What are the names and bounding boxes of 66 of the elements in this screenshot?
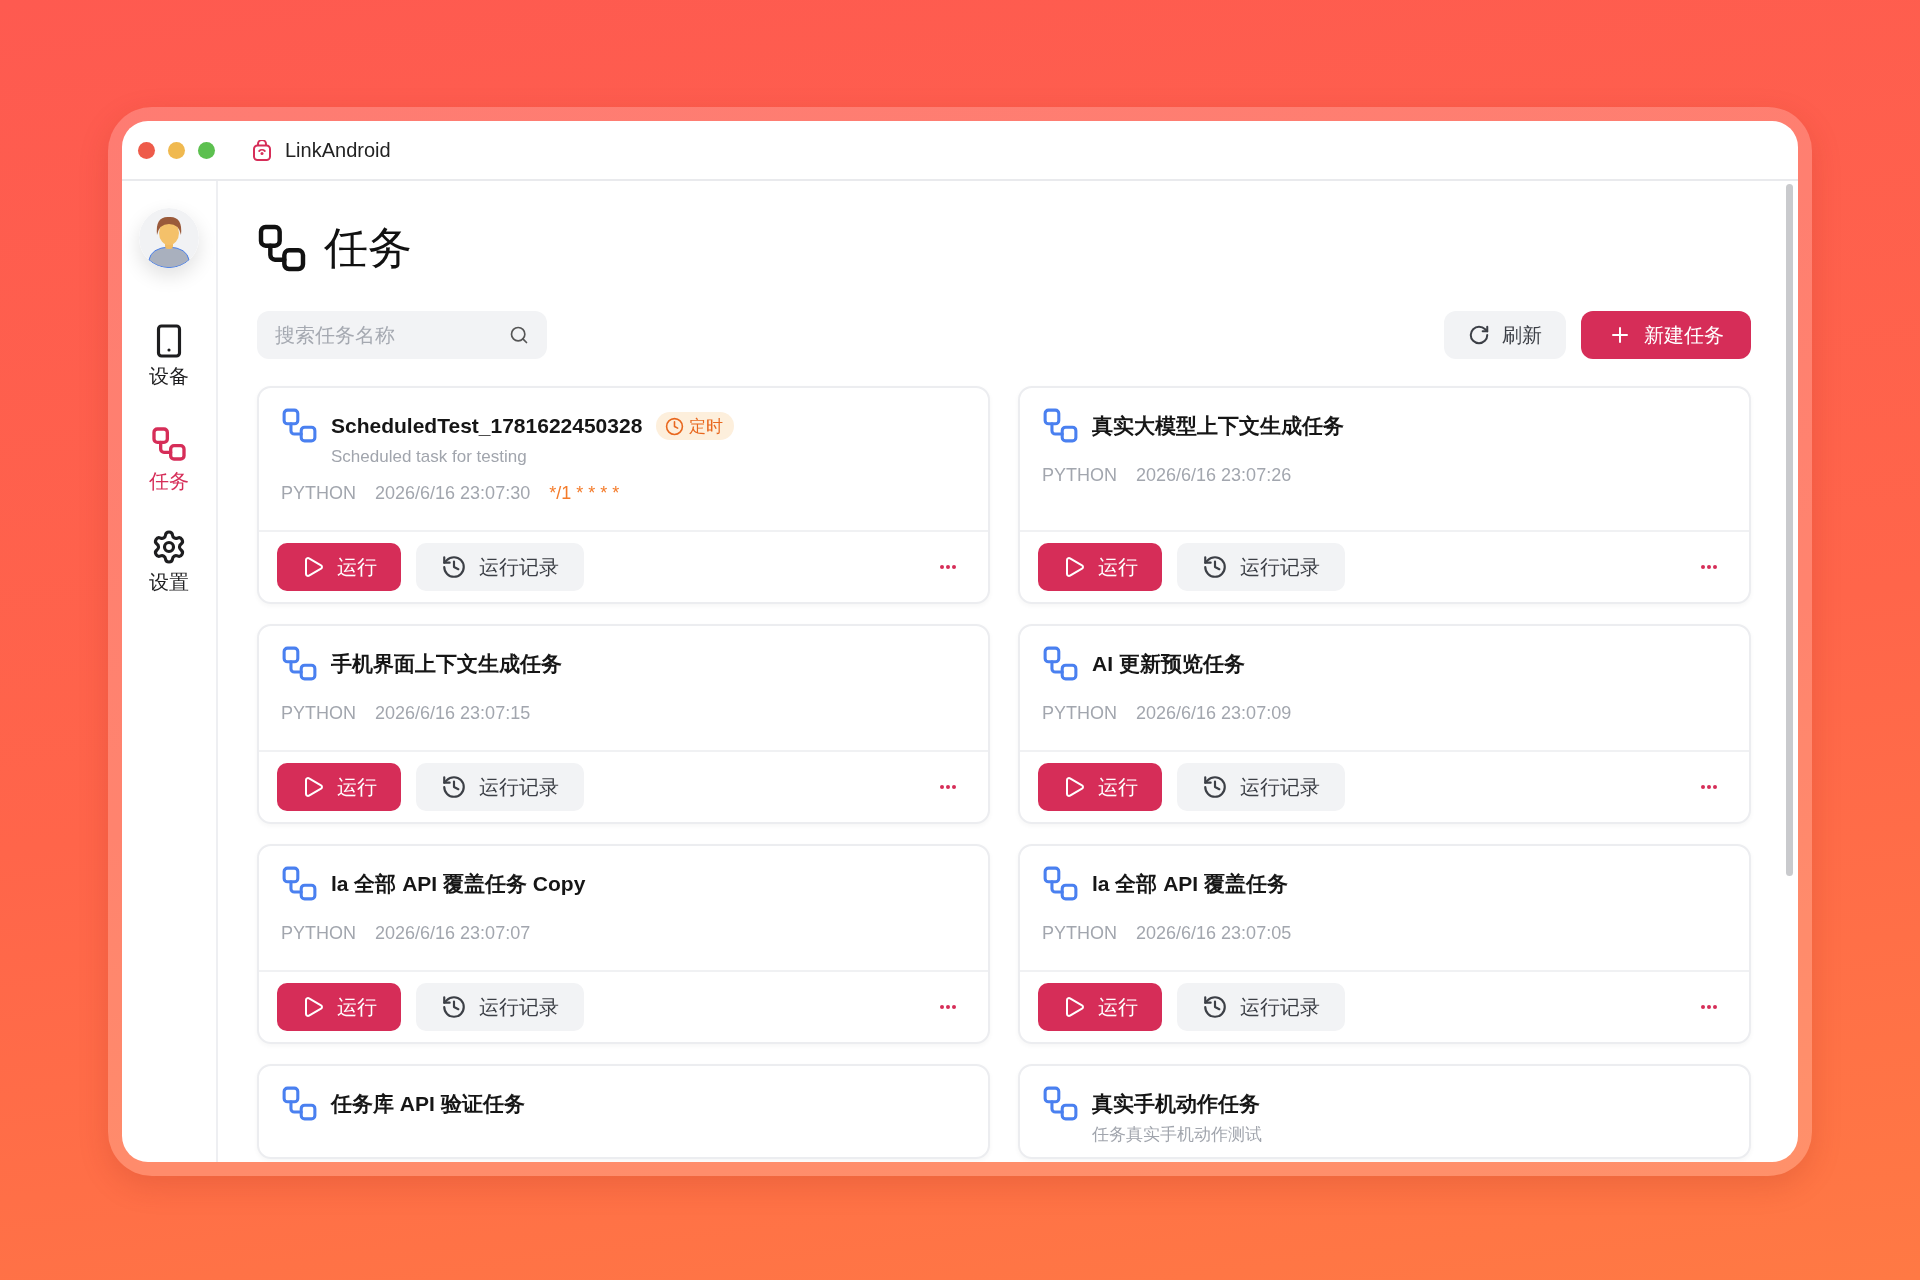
window-close-button[interactable] (138, 141, 155, 159)
nav-item[interactable]: 设备 (149, 323, 189, 388)
task-description: 任务真实手机动作测试 (1092, 1124, 1262, 1146)
ellipsis-icon (1701, 1005, 1717, 1009)
task-title: ScheduledTest_1781622450328 (331, 413, 643, 439)
history-icon (1202, 994, 1228, 1020)
nav-item[interactable]: 任务 (149, 424, 189, 493)
history-icon (1202, 554, 1228, 580)
run-button[interactable]: 运行 (277, 763, 401, 811)
nav-item[interactable]: 设置 (149, 529, 189, 594)
ellipsis-icon (940, 785, 956, 789)
refresh-icon (1468, 324, 1490, 346)
task-schedule: */1 * * * * (549, 482, 620, 504)
task-created-time: 2026/6/16 23:07:30 (375, 482, 531, 504)
run-button[interactable]: 运行 (277, 543, 401, 591)
app-logo-icon (253, 139, 271, 161)
task-language: PYTHON (281, 702, 356, 724)
task-description: Scheduled task for testing (331, 446, 528, 468)
avatar-icon[interactable] (139, 208, 199, 268)
task-created-time: 2026/6/16 23:07:05 (1136, 922, 1292, 944)
task-title: AI 更新预览任务 (1092, 651, 1245, 677)
refresh-button[interactable]: 刷新 (1444, 311, 1566, 359)
run-history-button[interactable]: 运行记录 (416, 763, 584, 811)
task-title: 真实大模型上下文生成任务 (1092, 413, 1344, 439)
history-icon (441, 554, 467, 580)
task-title: la 全部 API 覆盖任务 Copy (331, 871, 586, 897)
task-language: PYTHON (1042, 922, 1117, 944)
history-icon (441, 994, 467, 1020)
search-field[interactable]: 搜索任务名称 (257, 311, 547, 359)
tag-text: 定时 (689, 415, 724, 438)
run-history-button[interactable]: 运行记录 (416, 983, 584, 1031)
new-task-button[interactable]: 新建任务 (1581, 311, 1751, 359)
task-language: PYTHON (281, 922, 356, 944)
run-history-button[interactable]: 运行记录 (416, 543, 584, 591)
run-history-button[interactable]: 运行记录 (1177, 543, 1345, 591)
workflow-icon (149, 424, 189, 464)
ellipsis-icon (940, 1005, 956, 1009)
ellipsis-icon (1701, 565, 1717, 569)
ellipsis-icon (1701, 785, 1717, 789)
task-language: PYTHON (281, 482, 356, 504)
run-button[interactable]: 运行 (1038, 763, 1162, 811)
run-button[interactable]: 运行 (1038, 543, 1162, 591)
history-icon (1202, 774, 1228, 800)
run-history-button[interactable]: 运行记录 (1177, 763, 1345, 811)
task-created-time: 2026/6/16 23:07:09 (1136, 702, 1292, 724)
run-button[interactable]: 运行 (277, 983, 401, 1031)
task-title: 手机界面上下文生成任务 (331, 651, 562, 677)
run-button[interactable]: 运行 (1038, 983, 1162, 1031)
task-language: PYTHON (1042, 702, 1117, 724)
task-language: PYTHON (1042, 464, 1117, 486)
history-icon (441, 774, 467, 800)
search-icon (509, 325, 529, 345)
window-title: LinkAndroid (285, 138, 391, 162)
run-history-button[interactable]: 运行记录 (1177, 983, 1345, 1031)
task-created-time: 2026/6/16 23:07:26 (1136, 464, 1292, 486)
scrollbar-thumb[interactable] (1786, 184, 1793, 876)
task-title: la 全部 API 覆盖任务 (1092, 871, 1289, 897)
settings-icon (151, 529, 187, 565)
task-title: 任务库 API 验证任务 (331, 1091, 525, 1117)
task-created-time: 2026/6/16 23:07:07 (375, 922, 531, 944)
task-title: 真实手机动作任务 (1092, 1091, 1260, 1117)
page-title: 任务 (324, 222, 412, 274)
task-created-time: 2026/6/16 23:07:15 (375, 702, 531, 724)
ellipsis-icon (940, 565, 956, 569)
clock-icon (665, 416, 685, 436)
window-maximize-button[interactable] (198, 141, 215, 159)
